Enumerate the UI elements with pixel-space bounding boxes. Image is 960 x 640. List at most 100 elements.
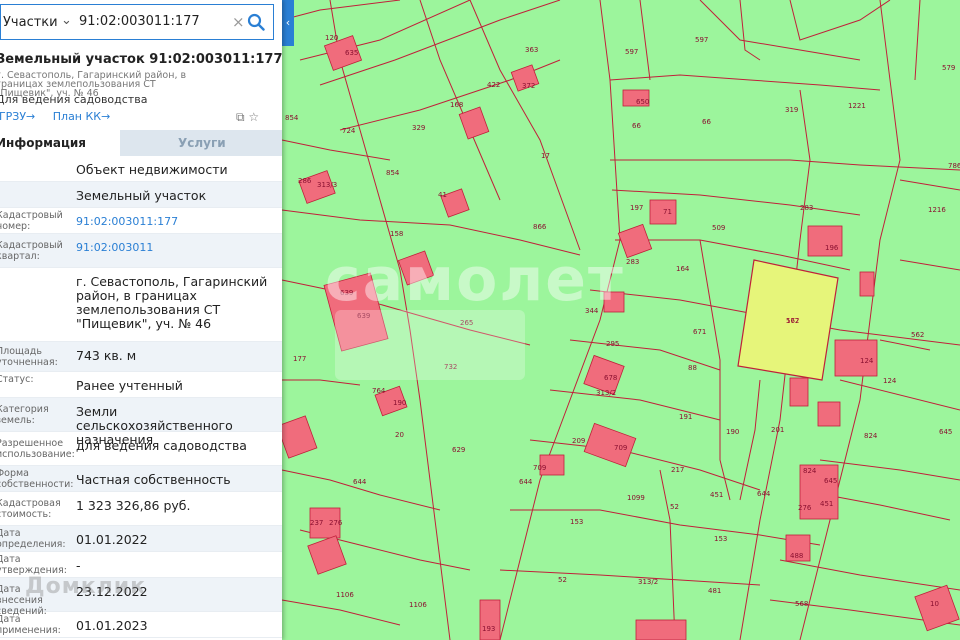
parcel-number-label: 509 <box>712 224 725 232</box>
info-row-label: Разрешенное использование: <box>0 438 75 460</box>
parcel-number-label: 597 <box>625 48 638 56</box>
info-row-value: Земельный участок <box>76 188 207 203</box>
parcel-number-label: 579 <box>942 64 955 72</box>
parcel-number-label: 329 <box>412 124 425 132</box>
search-icon[interactable] <box>247 13 265 31</box>
info-row: Дата применения: 01.01.2023 <box>0 612 282 638</box>
parcel-number-label: 124 <box>883 377 897 385</box>
info-row-value: 743 кв. м <box>76 348 137 363</box>
parcel-number-label: 786 <box>948 162 960 170</box>
parcel-number-label: 52 <box>558 576 567 584</box>
parcel-number-label: 644 <box>757 490 771 498</box>
parcel-title: Земельный участок 91:02:003011:177 <box>0 52 282 67</box>
close-icon[interactable]: × <box>232 13 245 31</box>
tab-information[interactable]: Информация <box>0 136 86 150</box>
info-row: Статус: Ранее учтенный <box>0 372 282 398</box>
parcel-links: ЕГРЗУ→ План КК→ <box>0 110 124 123</box>
parcel-number-label: 1106 <box>336 591 354 599</box>
parcel-number-label: 650 <box>636 98 649 106</box>
parcel-number-label: 190 <box>726 428 739 436</box>
info-row-value: Объект недвижимости <box>76 162 228 177</box>
info-row: Земельный участок <box>0 182 282 208</box>
parcel-number-label: 568 <box>795 600 808 608</box>
parcel-number-label: 66 <box>632 122 641 130</box>
search-scope-select[interactable]: Участки <box>3 15 58 30</box>
parcel-number-label: 1106 <box>409 601 427 609</box>
parcel-number-label: 217 <box>671 466 684 474</box>
info-row-value: 1 323 326,86 руб. <box>76 498 191 513</box>
panel-tools: ⧉ ☆ <box>236 110 259 125</box>
parcel-number-label: 283 <box>800 204 813 212</box>
parcel-number-label: 313/2 <box>596 389 616 397</box>
parcel-number-label: 562 <box>911 331 924 339</box>
parcel-number-label: 201 <box>771 426 784 434</box>
info-row-value: г. Севастополь, Гагаринский район, в гра… <box>76 274 268 331</box>
parcel-number-label: 629 <box>452 446 465 454</box>
parcel-number-label: 168 <box>450 101 463 109</box>
tab-services[interactable]: Услуги <box>178 136 226 150</box>
parcel-number-label: 319 <box>785 106 798 114</box>
parcel-number-label: 10 <box>930 600 939 608</box>
parcel-number-label: 635 <box>345 49 358 57</box>
parcel-number-label: 488 <box>790 552 803 560</box>
parcel-number-label: 286 <box>298 177 312 185</box>
parcel-number-label: 678 <box>604 374 617 382</box>
parcel-number-label: 52 <box>670 503 679 511</box>
info-row-value: для ведения садоводства <box>76 438 247 453</box>
info-row-label: Категория земель: <box>0 404 49 426</box>
parcel-usage: Для ведения садоводства <box>0 93 148 106</box>
parcel-number-label: 422 <box>487 81 500 89</box>
info-row: Кадастровый квартал: 91:02:003011 <box>0 234 282 268</box>
parcel-number-label: 644 <box>353 478 367 486</box>
parcel-number-label: 824 <box>864 432 878 440</box>
info-row-label: Площадь уточненная: <box>0 346 58 368</box>
parcel-number-label: 854 <box>285 114 299 122</box>
parcel-number-label: 66 <box>702 118 711 126</box>
collapse-panel-button[interactable]: ‹ <box>282 0 294 46</box>
info-row-value: Частная собственность <box>76 472 231 487</box>
info-row-label: Дата определения: <box>0 528 66 550</box>
parcel-number-label: 190 <box>393 399 406 407</box>
search-bar: Участки ⌄ × <box>0 4 274 40</box>
parcel-number-label: 177 <box>293 355 306 363</box>
parcel-number-label: 158 <box>390 230 403 238</box>
star-icon[interactable]: ☆ <box>248 110 259 124</box>
parcel-number-label: 709 <box>614 444 627 452</box>
parcel-number-label: 283 <box>626 258 639 266</box>
plan-kk-link[interactable]: План КК→ <box>53 110 111 123</box>
parcel-number-label: 124 <box>860 357 874 365</box>
copy-icon[interactable]: ⧉ <box>236 110 245 124</box>
parcel-number-label: 71 <box>663 208 672 216</box>
parcel-number-label: 372 <box>522 82 535 90</box>
parcel-number-label: 153 <box>570 518 583 526</box>
parcel-number-label: 866 <box>533 223 547 231</box>
info-row-value: - <box>76 558 81 573</box>
search-input[interactable] <box>79 14 229 29</box>
info-row-link[interactable]: 91:02:003011:177 <box>76 215 276 229</box>
parcel-number-label: 313/3 <box>317 181 337 189</box>
parcel-number-label: 197 <box>630 204 643 212</box>
parcel-number-label: 481 <box>708 587 721 595</box>
parcel-number-label: 209 <box>572 437 585 445</box>
info-row-link[interactable]: 91:02:003011 <box>76 241 276 255</box>
parcel-number-label: 276 <box>798 504 812 512</box>
parcel-number-label: 153 <box>714 535 727 543</box>
parcel-number-label: 645 <box>824 477 837 485</box>
parcel-number-label: 1099 <box>627 494 645 502</box>
parcel-number-label: 164 <box>676 265 690 273</box>
parcel-number-label: 597 <box>695 36 708 44</box>
parcel-number-label: 276 <box>329 519 343 527</box>
info-row-value: Ранее учтенный <box>76 378 183 393</box>
parcel-number-label: 120 <box>325 34 338 42</box>
panel-tabs: Информация Услуги <box>0 130 282 156</box>
info-row-label: Дата применения: <box>0 614 61 636</box>
parcel-number-label: 88 <box>688 364 697 372</box>
chevron-down-icon[interactable]: ⌄ <box>61 13 72 28</box>
parcel-number-label: 451 <box>820 500 833 508</box>
info-row: Объект недвижимости <box>0 156 282 182</box>
info-row: Кадастровый номер: 91:02:003011:177 <box>0 208 282 234</box>
egrzu-link[interactable]: ЕГРЗУ→ <box>0 110 35 123</box>
info-row-value: 01.01.2022 <box>76 532 148 547</box>
parcel-number-label: 562 <box>786 317 799 325</box>
parcel-number-label: 363 <box>525 46 538 54</box>
